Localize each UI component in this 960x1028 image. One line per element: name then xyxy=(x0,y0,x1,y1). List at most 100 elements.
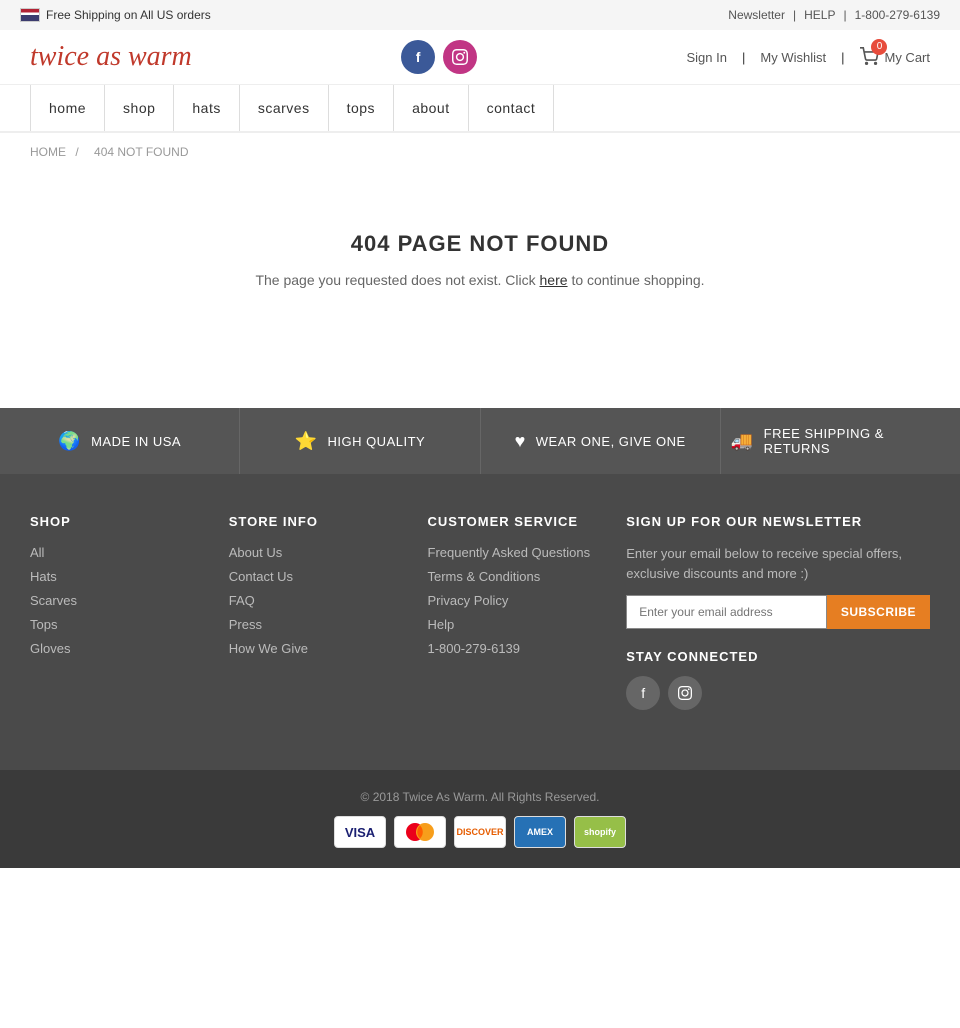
made-in-usa: 🌍MADE IN USA xyxy=(0,408,240,474)
list-item: 1-800-279-6139 xyxy=(428,640,597,656)
nav-item-about[interactable]: about xyxy=(394,85,469,131)
footer-bottom: © 2018 Twice As Warm. All Rights Reserve… xyxy=(0,770,960,868)
list-item: Help xyxy=(428,616,597,632)
list-item: How We Give xyxy=(229,640,398,656)
logo[interactable]: twice as warm xyxy=(30,41,192,73)
wishlist-link[interactable]: My Wishlist xyxy=(760,50,826,65)
continue-shopping-link[interactable]: here xyxy=(540,272,568,288)
breadcrumb-current: 404 NOT FOUND xyxy=(94,145,188,159)
footer-shop-link-all[interactable]: All xyxy=(30,545,44,560)
help-link[interactable]: HELP xyxy=(804,8,835,22)
cart-icon-wrap: 0 xyxy=(859,47,879,68)
features-bar: 🌍MADE IN USA ⭐ HIGH QUALITY ♥ WEAR ONE, GIVE… xyxy=(0,408,960,474)
shipping-text: Free Shipping on All US orders xyxy=(46,8,211,22)
footer-newsletter-title: SIGN UP FOR OUR NEWSLETTER xyxy=(626,514,930,529)
newsletter-link[interactable]: Newsletter xyxy=(728,8,785,22)
error-msg-pre: The page you requested does not exist. C… xyxy=(255,272,535,288)
cart-badge: 0 xyxy=(871,39,887,55)
footer-store-title: STORE INFO xyxy=(229,514,398,529)
error-message: The page you requested does not exist. C… xyxy=(20,272,940,288)
nav-item-hats[interactable]: hats xyxy=(174,85,239,131)
footer-service-link[interactable]: Privacy Policy xyxy=(428,593,509,608)
footer-grid: SHOP All Hats Scarves Tops Gloves STORE INFO… xyxy=(30,514,930,710)
us-flag-icon xyxy=(20,8,40,22)
list-item: FAQ xyxy=(229,592,398,608)
wear-one-give-one-label: WEAR ONE, GIVE ONE xyxy=(536,434,686,449)
breadcrumb: HOME / 404 NOT FOUND xyxy=(0,133,960,171)
footer-facebook-icon[interactable]: f xyxy=(626,676,660,710)
nav-item-shop[interactable]: shop xyxy=(105,85,174,131)
footer-newsletter-col: SIGN UP FOR OUR NEWSLETTER Enter your em… xyxy=(626,514,930,710)
nav-item-home[interactable]: home xyxy=(30,85,105,131)
list-item: Privacy Policy xyxy=(428,592,597,608)
footer-service-link[interactable]: Terms & Conditions xyxy=(428,569,541,584)
cart-label: My Cart xyxy=(884,50,930,65)
footer-store-link[interactable]: About Us xyxy=(229,545,282,560)
footer-service-link[interactable]: 1-800-279-6139 xyxy=(428,641,521,656)
wear-one-give-one-icon: ♥ xyxy=(515,431,526,452)
list-item: Frequently Asked Questions xyxy=(428,544,597,560)
footer-shop-link-scarves[interactable]: Scarves xyxy=(30,593,77,608)
footer-shop-link-gloves[interactable]: Gloves xyxy=(30,641,70,656)
made-in-usa-label: MADE IN USA xyxy=(91,434,181,449)
footer-store-link[interactable]: How We Give xyxy=(229,641,308,656)
breadcrumb-separator: / xyxy=(75,145,78,159)
stay-connected-title: STAY CONNECTED xyxy=(626,649,930,664)
subscribe-button[interactable]: SUBSCRIBE xyxy=(827,595,930,629)
footer-service-title: CUSTOMER SERVICE xyxy=(428,514,597,529)
footer-service-list: Frequently Asked Questions Terms & Condit… xyxy=(428,544,597,656)
signin-link[interactable]: Sign In xyxy=(687,50,727,65)
top-bar-left: Free Shipping on All US orders xyxy=(20,8,211,22)
top-bar: Free Shipping on All US orders Newslette… xyxy=(0,0,960,30)
email-input[interactable] xyxy=(626,595,827,629)
list-item: Terms & Conditions xyxy=(428,568,597,584)
header: twice as warm f Sign In | My Wishlist | … xyxy=(0,30,960,85)
footer-store-list: About Us Contact Us FAQ Press How We Give xyxy=(229,544,398,656)
high-quality: ⭐ HIGH QUALITY xyxy=(240,408,480,474)
list-item: Tops xyxy=(30,616,199,632)
discover-payment-icon: DISCOVER xyxy=(454,816,506,848)
newsletter-form: SUBSCRIBE xyxy=(626,595,930,629)
amex-payment-icon: AMEX xyxy=(514,816,566,848)
visa-payment-icon: VISA xyxy=(334,816,386,848)
high-quality-label: HIGH QUALITY xyxy=(327,434,425,449)
newsletter-description: Enter your email below to receive specia… xyxy=(626,544,930,583)
breadcrumb-home[interactable]: HOME xyxy=(30,145,66,159)
high-quality-icon: ⭐ xyxy=(295,431,318,452)
footer-shop-col: SHOP All Hats Scarves Tops Gloves xyxy=(30,514,199,710)
footer-social-links: f xyxy=(626,676,930,710)
shopify-payment-icon: shopify xyxy=(574,816,626,848)
wear-one-give-one: ♥ WEAR ONE, GIVE ONE xyxy=(481,408,721,474)
cart-button[interactable]: 0 My Cart xyxy=(859,47,930,68)
error-msg-post: to continue shopping. xyxy=(571,272,704,288)
list-item: Scarves xyxy=(30,592,199,608)
header-right: Sign In | My Wishlist | 0 My Cart xyxy=(687,47,930,68)
nav-item-contact[interactable]: contact xyxy=(469,85,555,131)
copyright: © 2018 Twice As Warm. All Rights Reserve… xyxy=(361,790,600,804)
payment-icons: VISA DISCOVER AMEX shopify xyxy=(20,816,940,848)
nav-item-scarves[interactable]: scarves xyxy=(240,85,329,131)
footer-service-link[interactable]: Frequently Asked Questions xyxy=(428,545,591,560)
footer-shop-link-tops[interactable]: Tops xyxy=(30,617,57,632)
instagram-icon[interactable] xyxy=(443,40,477,74)
free-shipping-label: FREE SHIPPING & RETURNS xyxy=(764,426,950,456)
footer: SHOP All Hats Scarves Tops Gloves STORE INFO… xyxy=(0,474,960,770)
mastercard-payment-icon xyxy=(394,816,446,848)
list-item: Press xyxy=(229,616,398,632)
footer-shop-title: SHOP xyxy=(30,514,199,529)
footer-store-col: STORE INFO About Us Contact Us FAQ Press How… xyxy=(229,514,398,710)
top-bar-right: Newsletter | HELP | 1-800-279-6139 xyxy=(728,8,940,22)
footer-instagram-icon[interactable] xyxy=(668,676,702,710)
nav-item-tops[interactable]: tops xyxy=(329,85,394,131)
facebook-icon[interactable]: f xyxy=(401,40,435,74)
list-item: All xyxy=(30,544,199,560)
footer-store-link[interactable]: Contact Us xyxy=(229,569,293,584)
phone-link[interactable]: 1-800-279-6139 xyxy=(855,8,940,22)
footer-store-link[interactable]: Press xyxy=(229,617,262,632)
footer-service-link[interactable]: Help xyxy=(428,617,455,632)
error-title: 404 PAGE NOT FOUND xyxy=(20,231,940,257)
free-shipping: 🚚FREE SHIPPING & RETURNS xyxy=(721,408,960,474)
main-content: 404 PAGE NOT FOUND The page you requeste… xyxy=(0,171,960,408)
footer-shop-link-hats[interactable]: Hats xyxy=(30,569,57,584)
footer-store-link[interactable]: FAQ xyxy=(229,593,255,608)
